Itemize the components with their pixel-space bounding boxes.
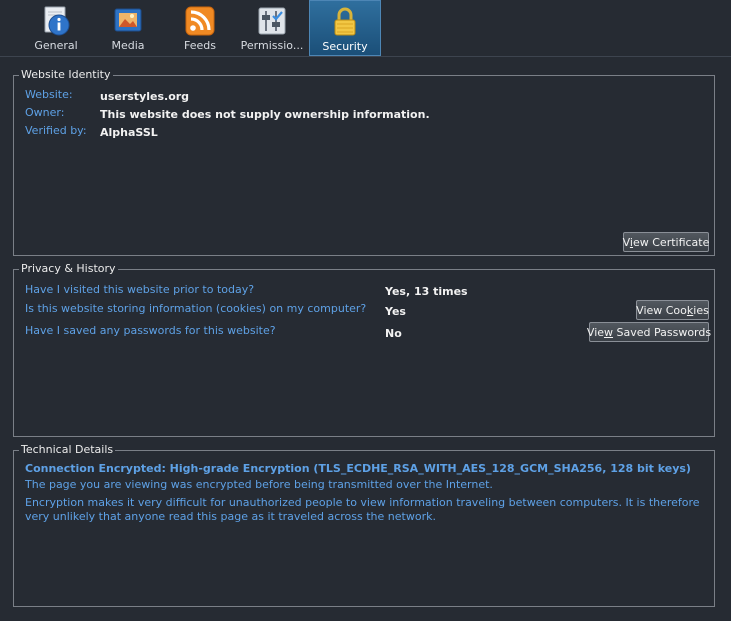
media-icon	[114, 8, 142, 32]
group-legend: Technical Details	[19, 443, 116, 456]
tab-security[interactable]: Security	[309, 0, 381, 56]
privacy-history-group: Privacy & History Have I visited this we…	[13, 262, 715, 437]
view-cookies-label: View Cookies	[636, 303, 709, 317]
cookies-answer: Yes	[385, 305, 406, 318]
tab-general-label: General	[34, 39, 78, 52]
permissions-icon	[258, 7, 286, 35]
tab-media-label: Media	[111, 39, 145, 52]
group-legend: Privacy & History	[19, 262, 118, 275]
owner-label: Owner:	[25, 106, 65, 119]
website-identity-group: Website Identity Website: userstyles.org…	[13, 68, 715, 256]
visited-question: Have I visited this website prior to tod…	[25, 283, 255, 296]
view-certificate-label: View Certificate	[622, 235, 710, 249]
tab-permissions[interactable]: Permissio...	[240, 0, 304, 54]
passwords-answer: No	[385, 327, 402, 340]
tab-permissions-label: Permissio...	[240, 39, 304, 52]
toolbar: General Media Feeds Permissio... Securit…	[0, 0, 731, 57]
website-value: userstyles.org	[100, 90, 190, 103]
cookies-question: Is this website storing information (coo…	[25, 302, 367, 315]
tab-feeds[interactable]: Feeds	[172, 0, 228, 54]
group-legend: Website Identity	[19, 68, 113, 81]
verified-by-label: Verified by:	[25, 124, 87, 137]
encryption-heading: Connection Encrypted: High-grade Encrypt…	[25, 462, 691, 475]
visited-answer: Yes, 13 times	[385, 285, 468, 298]
info-icon	[44, 6, 70, 36]
encryption-line-2: Encryption makes it very difficult for u…	[25, 496, 700, 523]
lock-icon	[334, 7, 356, 36]
view-cookies-button[interactable]: View Cookies	[636, 300, 709, 320]
rss-feed-icon	[185, 6, 215, 36]
tab-general[interactable]: General	[27, 0, 85, 54]
verified-by-value: AlphaSSL	[100, 126, 158, 139]
owner-value: This website does not supply ownership i…	[100, 108, 430, 121]
encryption-line-1: The page you are viewing was encrypted b…	[25, 478, 493, 491]
view-certificate-button[interactable]: View Certificate	[623, 232, 709, 252]
passwords-question: Have I saved any passwords for this webs…	[25, 324, 276, 337]
tab-media[interactable]: Media	[101, 0, 155, 54]
website-label: Website:	[25, 88, 73, 101]
view-saved-passwords-button[interactable]: View Saved Passwords	[586, 322, 712, 342]
technical-details-group: Technical Details Connection Encrypted: …	[13, 443, 715, 607]
tab-feeds-label: Feeds	[184, 39, 216, 52]
tab-security-label: Security	[322, 40, 368, 53]
view-saved-passwords-label: View Saved Passwords	[586, 325, 712, 339]
